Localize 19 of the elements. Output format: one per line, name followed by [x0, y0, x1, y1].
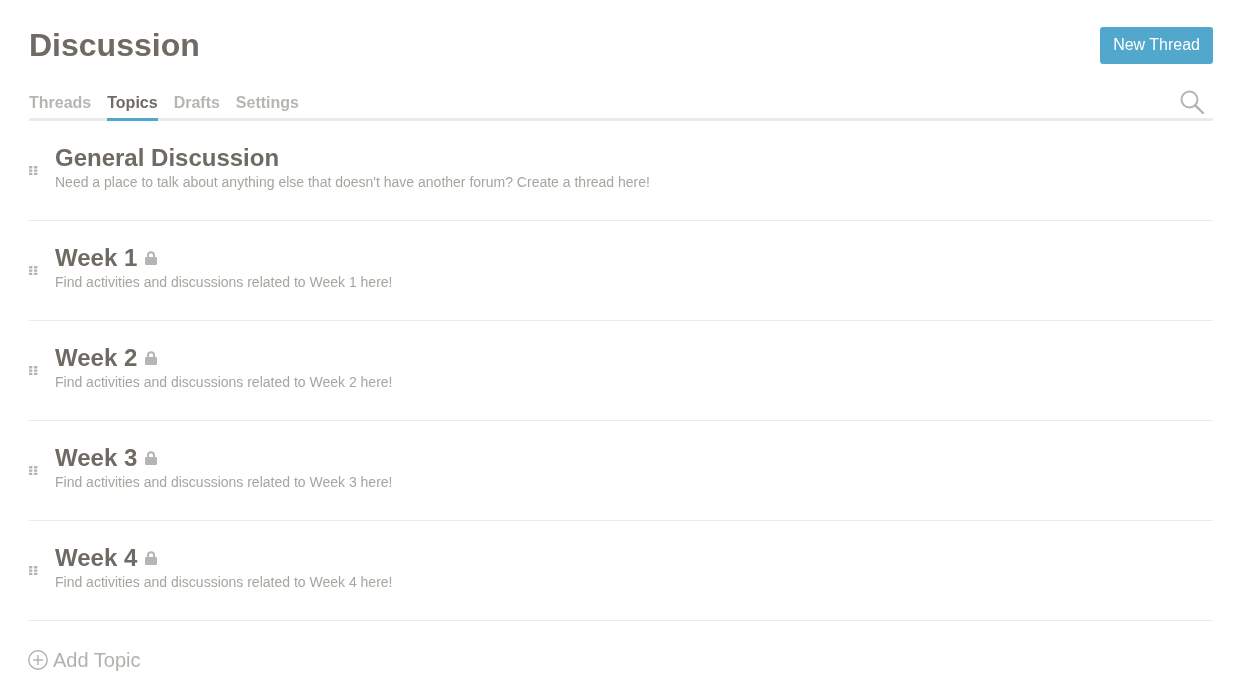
topic-title[interactable]: Week 3: [55, 444, 138, 472]
topic-title[interactable]: Week 4: [55, 544, 138, 572]
topic-description: Find activities and discussions related to Week 1 here!: [55, 273, 393, 292]
topic-description: Need a place to talk about anything else that doesn't have another forum? Create a thread here!: [55, 173, 650, 192]
drag-handle-icon[interactable]: [29, 465, 38, 475]
topic-title[interactable]: General Discussion: [55, 144, 280, 172]
plus-circle-icon: [28, 650, 48, 670]
drag-handle-icon[interactable]: [29, 565, 38, 575]
topic-description: Find activities and discussions related to Week 2 here!: [55, 373, 393, 392]
drag-handle-icon[interactable]: [29, 265, 38, 275]
search-icon[interactable]: [1180, 90, 1204, 114]
drag-handle-icon[interactable]: [29, 165, 38, 175]
page-title: Discussion: [29, 26, 200, 64]
topic-description: Find activities and discussions related to Week 3 here!: [55, 473, 393, 492]
topic-description: Find activities and discussions related to Week 4 here!: [55, 573, 393, 592]
tab[interactable]: Topics: [107, 93, 158, 121]
drag-handle-icon[interactable]: [29, 365, 38, 375]
topic-title[interactable]: Week 2: [55, 344, 138, 372]
topic-title[interactable]: Week 1: [55, 244, 138, 272]
